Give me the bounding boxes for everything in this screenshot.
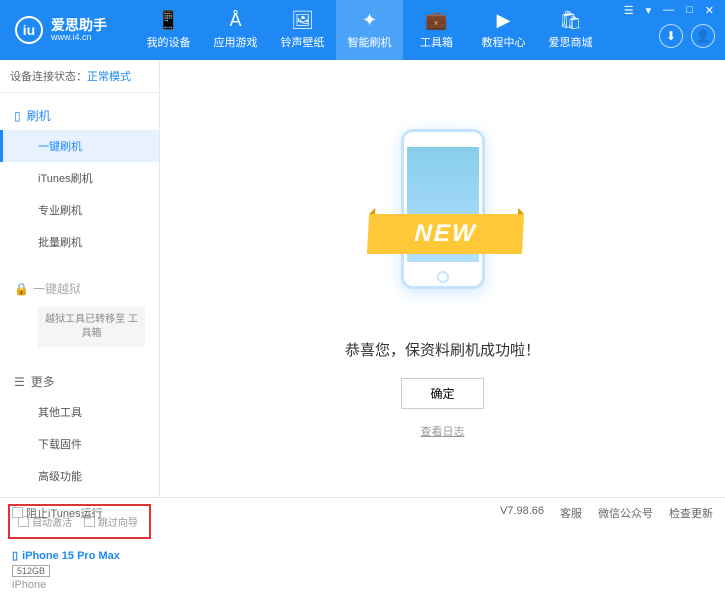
tab-apps[interactable]: Å应用游戏	[202, 0, 269, 60]
ok-button[interactable]: 确定	[401, 378, 483, 409]
tab-my-device[interactable]: 📱我的设备	[135, 0, 202, 60]
view-log-link[interactable]: 查看日志	[421, 423, 465, 439]
minimize-button[interactable]: —	[660, 4, 677, 17]
success-illustration: NEW	[373, 119, 513, 319]
flash-icon: ✦	[362, 10, 377, 31]
sidebar-item-download-firmware[interactable]: 下载固件	[0, 428, 159, 460]
apps-icon: Å	[229, 10, 241, 31]
menu-icon: ☰	[14, 375, 25, 389]
toolbox-icon: 💼	[425, 10, 447, 31]
device-type: iPhone	[12, 579, 147, 591]
footer-link-support[interactable]: 客服	[560, 505, 582, 521]
connection-status: 设备连接状态：正常模式	[0, 60, 159, 93]
phone-icon: ▯	[14, 109, 21, 123]
phone-icon: ▯	[12, 549, 18, 562]
menu-button[interactable]: ☰	[621, 4, 637, 17]
wallpaper-icon: 🖼	[291, 10, 314, 31]
header-actions: ⬇ 👤	[659, 24, 715, 48]
tab-ringtones[interactable]: 🖼铃声壁纸	[269, 0, 336, 60]
section-jailbreak: 🔒一键越狱	[0, 274, 159, 303]
app-title: 爱思助手	[51, 18, 107, 32]
logo-icon: iu	[15, 16, 43, 44]
lock-icon: 🔒	[14, 282, 29, 296]
app-url: www.i4.cn	[51, 32, 107, 42]
sidebar-item-oneclick-flash[interactable]: 一键刷机	[0, 130, 159, 162]
tab-tutorials[interactable]: ▶教程中心	[470, 0, 537, 60]
device-name[interactable]: ▯iPhone 15 Pro Max	[12, 549, 147, 562]
sidebar-item-advanced[interactable]: 高级功能	[0, 460, 159, 492]
tab-toolbox[interactable]: 💼工具箱	[403, 0, 470, 60]
tab-shop[interactable]: 🛍爱思商城	[537, 0, 604, 60]
tray-button[interactable]: ▾	[643, 4, 655, 17]
sidebar: 设备连接状态：正常模式 ▯刷机 一键刷机 iTunes刷机 专业刷机 批量刷机 …	[0, 60, 160, 497]
user-button[interactable]: 👤	[691, 24, 715, 48]
device-storage: 512GB	[12, 565, 50, 577]
close-button[interactable]: ✕	[702, 4, 717, 17]
sidebar-item-other-tools[interactable]: 其他工具	[0, 396, 159, 428]
download-button[interactable]: ⬇	[659, 24, 683, 48]
window-controls: ☰ ▾ — □ ✕	[621, 4, 717, 17]
footer-link-update[interactable]: 检查更新	[669, 505, 713, 521]
section-flash[interactable]: ▯刷机	[0, 101, 159, 130]
sidebar-item-pro-flash[interactable]: 专业刷机	[0, 194, 159, 226]
shop-icon: 🛍	[559, 10, 582, 31]
section-more[interactable]: ☰更多	[0, 367, 159, 396]
tab-flash[interactable]: ✦智能刷机	[336, 0, 403, 60]
logo: iu 爱思助手 www.i4.cn	[0, 16, 135, 44]
status-mode: 正常模式	[87, 71, 131, 83]
device-info: ▯iPhone 15 Pro Max 512GB iPhone	[0, 543, 159, 597]
nav-tabs: 📱我的设备 Å应用游戏 🖼铃声壁纸 ✦智能刷机 💼工具箱 ▶教程中心 🛍爱思商城	[135, 0, 604, 60]
version-label: V7.98.66	[500, 505, 544, 521]
app-header: iu 爱思助手 www.i4.cn 📱我的设备 Å应用游戏 🖼铃声壁纸 ✦智能刷…	[0, 0, 725, 60]
maximize-button[interactable]: □	[683, 4, 696, 17]
main-content: NEW 恭喜您，保资料刷机成功啦！ 确定 查看日志	[160, 60, 725, 497]
success-message: 恭喜您，保资料刷机成功啦！	[345, 339, 540, 360]
sidebar-item-itunes-flash[interactable]: iTunes刷机	[0, 162, 159, 194]
footer-link-wechat[interactable]: 微信公众号	[598, 505, 653, 521]
device-icon: 📱	[157, 10, 179, 31]
jailbreak-note: 越狱工具已转移至 工具箱	[38, 307, 145, 347]
new-badge: NEW	[366, 214, 523, 254]
tutorial-icon: ▶	[497, 10, 511, 31]
checkbox-block-itunes[interactable]: 阻止iTunes运行	[12, 505, 103, 521]
sidebar-item-batch-flash[interactable]: 批量刷机	[0, 226, 159, 258]
checkbox-icon	[12, 507, 23, 518]
